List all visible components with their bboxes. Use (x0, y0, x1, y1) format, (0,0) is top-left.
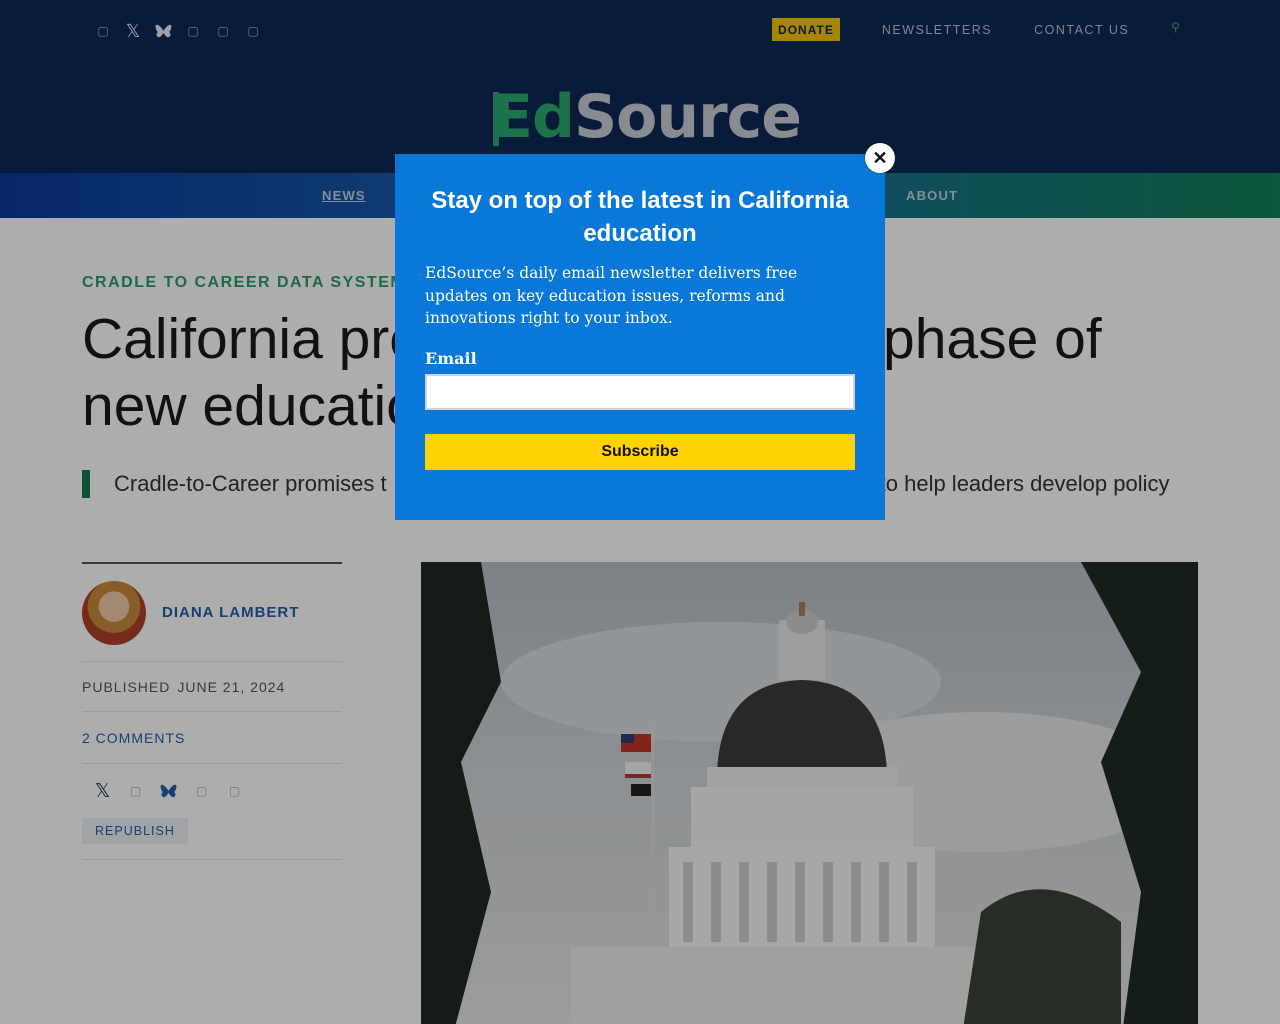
newsletter-modal: Stay on top of the latest in California … (395, 154, 885, 520)
email-label: Email (425, 349, 477, 368)
close-icon[interactable]: ✕ (865, 143, 895, 173)
email-input[interactable] (425, 374, 855, 410)
modal-title: Stay on top of the latest in California … (431, 187, 849, 247)
modal-description: EdSource’s daily email newsletter delive… (425, 264, 798, 327)
subscribe-button[interactable]: Subscribe (425, 434, 855, 470)
